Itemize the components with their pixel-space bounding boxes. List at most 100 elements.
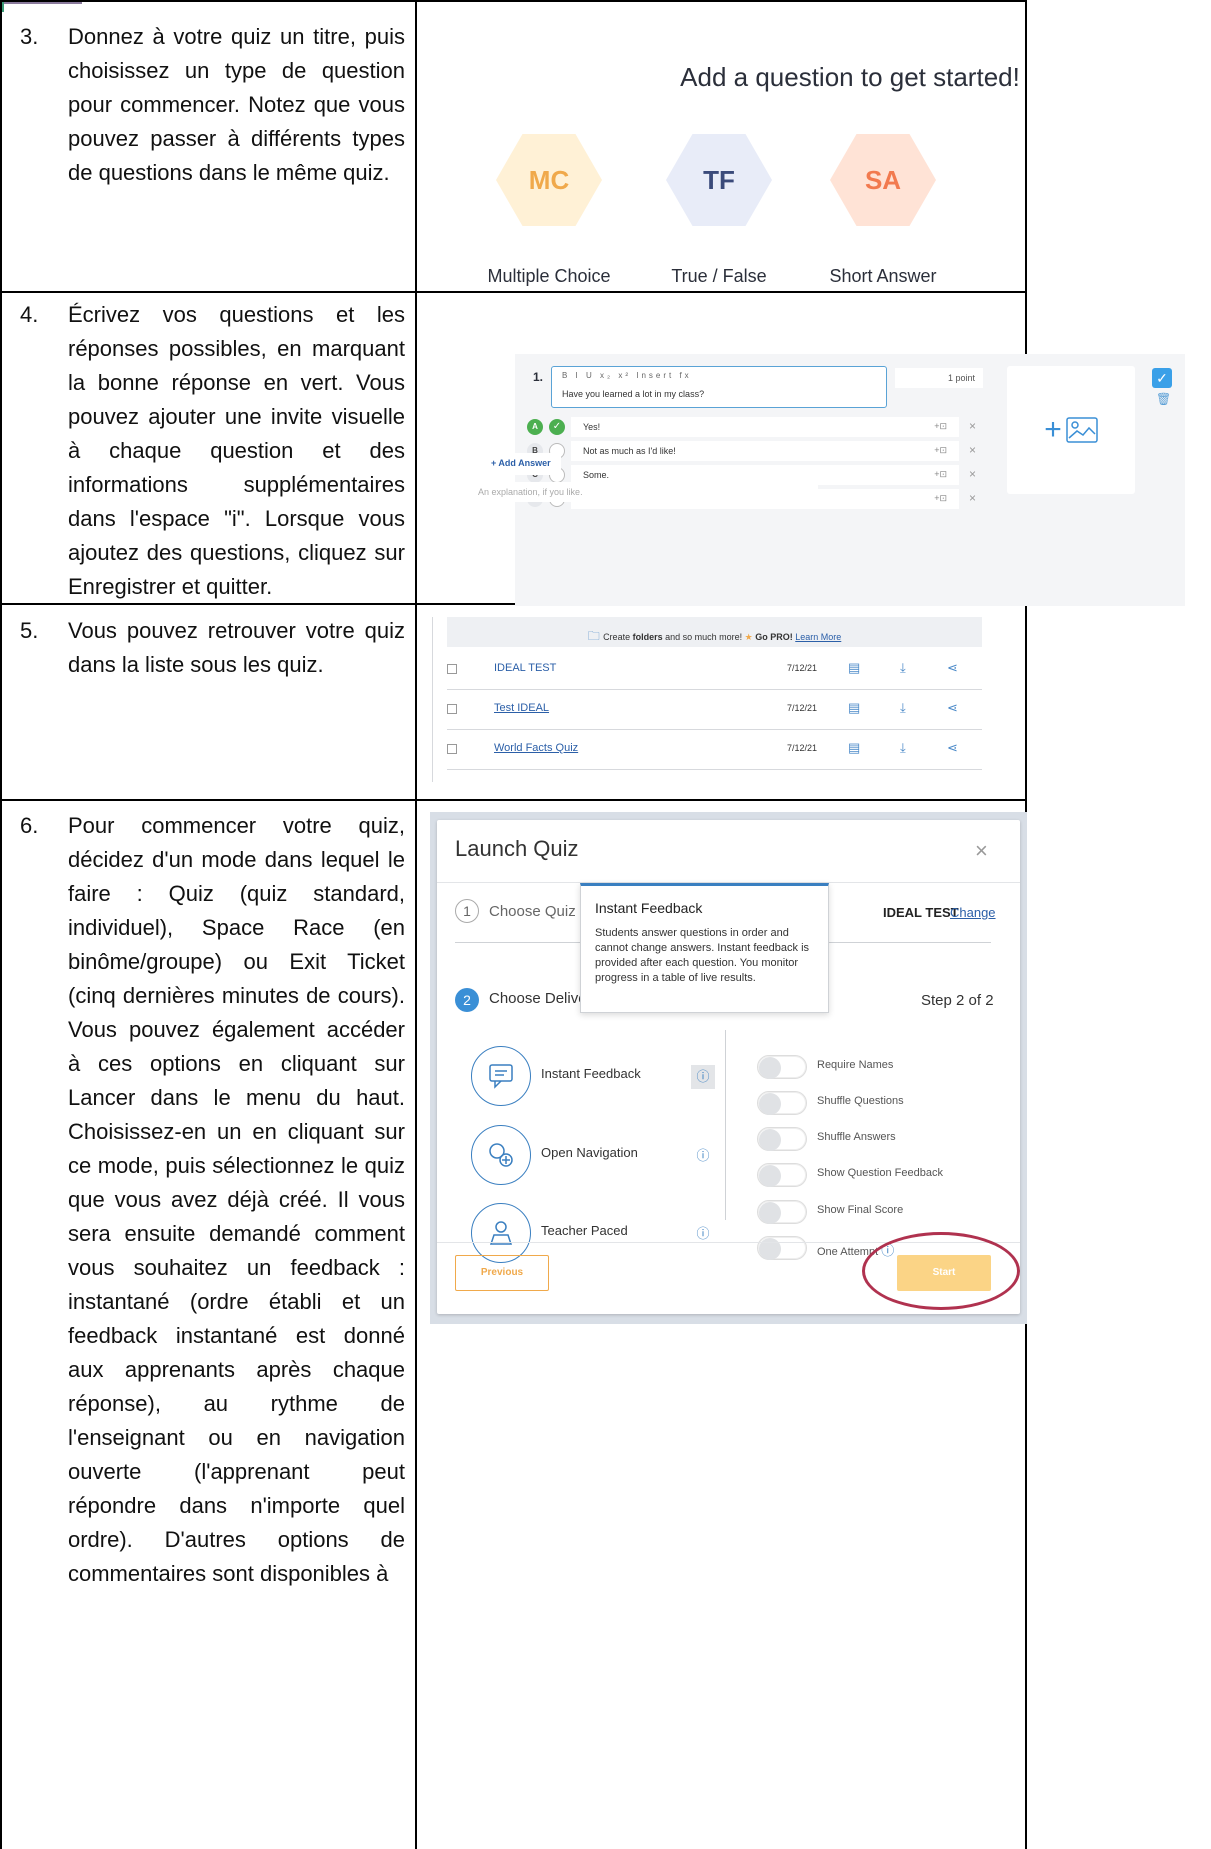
- mode-label[interactable]: Instant Feedback: [541, 1066, 641, 1081]
- close-icon[interactable]: ×: [975, 838, 988, 864]
- step-3-text: 3. Donnez à votre quiz un titre, puis ch…: [20, 20, 405, 190]
- add-image-icon[interactable]: +⊡: [934, 469, 947, 480]
- row-checkbox[interactable]: [447, 664, 457, 674]
- step-description: Donnez à votre quiz un titre, puis chois…: [68, 24, 405, 185]
- go-pro-link[interactable]: Go PRO!: [755, 632, 793, 642]
- save-check-button[interactable]: ✓: [1152, 368, 1172, 388]
- add-image-icon[interactable]: +⊡: [934, 421, 947, 432]
- toggle-switch[interactable]: [757, 1200, 807, 1224]
- change-quiz-link[interactable]: Change: [950, 905, 996, 920]
- type-abbr: SA: [864, 164, 902, 195]
- row-checkbox[interactable]: [447, 704, 457, 714]
- question-editor: 1. B I U x₂ x² Insert fx Have you learne…: [515, 354, 1185, 606]
- type-sa-button[interactable]: SA: [808, 130, 958, 230]
- mode-label[interactable]: Open Navigation: [541, 1145, 638, 1160]
- option-label: Require Names: [817, 1059, 894, 1071]
- type-abbr: TF: [703, 164, 735, 195]
- points-field[interactable]: 1 point: [895, 368, 983, 388]
- type-abbr: MC: [528, 164, 570, 195]
- type-tf-button[interactable]: TF: [644, 130, 794, 230]
- image-icon: [1066, 417, 1098, 443]
- quiz-date: 7/12/21: [787, 663, 818, 673]
- option-label: Shuffle Answers: [817, 1131, 896, 1143]
- step-6-text: 6. Pour commencer votre quiz, décidez d'…: [20, 809, 405, 1591]
- table-column-divider: [415, 0, 417, 1849]
- document-icon[interactable]: ▤: [848, 740, 860, 756]
- option-label: Show Final Score: [817, 1204, 904, 1216]
- info-icon[interactable]: ⓘ: [691, 1065, 715, 1089]
- download-icon[interactable]: ⤓: [900, 700, 906, 716]
- type-mc-button[interactable]: MC: [474, 130, 624, 230]
- step-description: Écrivez vos questions et les réponses po…: [68, 302, 405, 599]
- add-image-button[interactable]: +: [1007, 366, 1135, 494]
- type-label: Short Answer: [829, 266, 937, 286]
- correct-check-icon[interactable]: ✓: [549, 419, 565, 435]
- table-border-top: [0, 0, 1027, 2]
- share-icon[interactable]: ⋖: [947, 700, 958, 716]
- explanation-input[interactable]: An explanation, if you like.: [466, 482, 818, 502]
- answer-input[interactable]: Not as much as I'd like! +⊡: [571, 441, 959, 461]
- toggle-switch[interactable]: [757, 1091, 807, 1115]
- question-input[interactable]: B I U x₂ x² Insert fx Have you learned a…: [551, 366, 887, 408]
- quiz-name-link[interactable]: World Facts Quiz: [494, 742, 578, 754]
- banner-text-mid: and so much more!: [662, 632, 745, 642]
- remove-answer-icon[interactable]: ×: [969, 419, 976, 433]
- table-border-left: [0, 0, 2, 1849]
- toggle-knob: [759, 1129, 781, 1151]
- quiz-name-link[interactable]: Test IDEAL: [494, 702, 549, 714]
- table-row[interactable]: World Facts Quiz 7/12/21 ▤ ⤓ ⋖: [447, 730, 982, 770]
- table-row[interactable]: IDEAL TEST 7/12/21 ▤ ⤓ ⋖: [447, 650, 982, 690]
- step-description: Pour commencer votre quiz, décidez d'un …: [68, 813, 405, 1586]
- banner-bold: folders: [632, 632, 663, 642]
- answer-letter: A: [527, 419, 543, 435]
- step-4-text: 4. Écrivez vos questions et les réponses…: [20, 298, 405, 604]
- add-answer-button[interactable]: + Add Answer: [481, 453, 561, 475]
- question-text: Have you learned a lot in my class?: [562, 389, 705, 399]
- learn-more-link[interactable]: Learn More: [795, 632, 841, 642]
- navigation-icon[interactable]: [471, 1125, 531, 1185]
- toggle-switch[interactable]: [757, 1236, 807, 1260]
- toggle-switch[interactable]: [757, 1055, 807, 1079]
- feedback-icon[interactable]: [471, 1046, 531, 1106]
- mode-label[interactable]: Teacher Paced: [541, 1223, 628, 1238]
- trash-icon[interactable]: 🗑: [1156, 392, 1171, 406]
- document-icon[interactable]: ▤: [848, 700, 860, 716]
- answer-row: A ✓ Yes! +⊡ ×: [527, 417, 997, 437]
- answer-row: B Not as much as I'd like! +⊡ ×: [527, 441, 997, 461]
- step-1-circle: 1: [455, 899, 479, 923]
- row-divider: [0, 799, 1027, 801]
- quiz-date: 7/12/21: [787, 703, 818, 713]
- toggle-switch[interactable]: [757, 1127, 807, 1151]
- promo-banner: 🗀 Create folders and so much more! ★ Go …: [447, 617, 982, 647]
- sa-hex-icon: SA: [830, 134, 936, 226]
- document-icon[interactable]: ▤: [848, 660, 860, 676]
- teacher-icon[interactable]: [471, 1203, 531, 1263]
- quiz-name-link[interactable]: IDEAL TEST: [494, 662, 556, 674]
- selected-quiz-name: IDEAL TEST: [883, 905, 959, 920]
- table-row[interactable]: Test IDEAL 7/12/21 ▤ ⤓ ⋖: [447, 690, 982, 730]
- step-number: 4.: [20, 302, 39, 327]
- tf-hex-icon: TF: [666, 134, 772, 226]
- answer-text: Yes!: [583, 422, 601, 432]
- remove-answer-icon[interactable]: ×: [969, 491, 976, 505]
- download-icon[interactable]: ⤓: [900, 660, 906, 676]
- add-image-icon[interactable]: +⊡: [934, 445, 947, 456]
- highlight-ellipse: [862, 1232, 1020, 1310]
- info-icon[interactable]: ⓘ: [691, 1144, 715, 1168]
- row-checkbox[interactable]: [447, 744, 457, 754]
- answer-input[interactable]: Yes! +⊡: [571, 417, 959, 437]
- option-label: Show Question Feedback: [817, 1167, 943, 1179]
- toggle-knob: [759, 1165, 781, 1187]
- toggle-switch[interactable]: [757, 1163, 807, 1187]
- step-number: 5.: [20, 618, 39, 643]
- download-icon[interactable]: ⤓: [900, 740, 906, 756]
- previous-button[interactable]: Previous: [455, 1255, 549, 1291]
- share-icon[interactable]: ⋖: [947, 660, 958, 676]
- remove-answer-icon[interactable]: ×: [969, 443, 976, 457]
- banner-text: Create: [603, 632, 633, 642]
- format-toolbar[interactable]: B I U x₂ x² Insert fx: [562, 371, 692, 380]
- add-image-icon[interactable]: +⊡: [934, 493, 947, 504]
- remove-answer-icon[interactable]: ×: [969, 467, 976, 481]
- step-5-text: 5. Vous pouvez retrouver votre quiz dans…: [20, 614, 405, 682]
- share-icon[interactable]: ⋖: [947, 740, 958, 756]
